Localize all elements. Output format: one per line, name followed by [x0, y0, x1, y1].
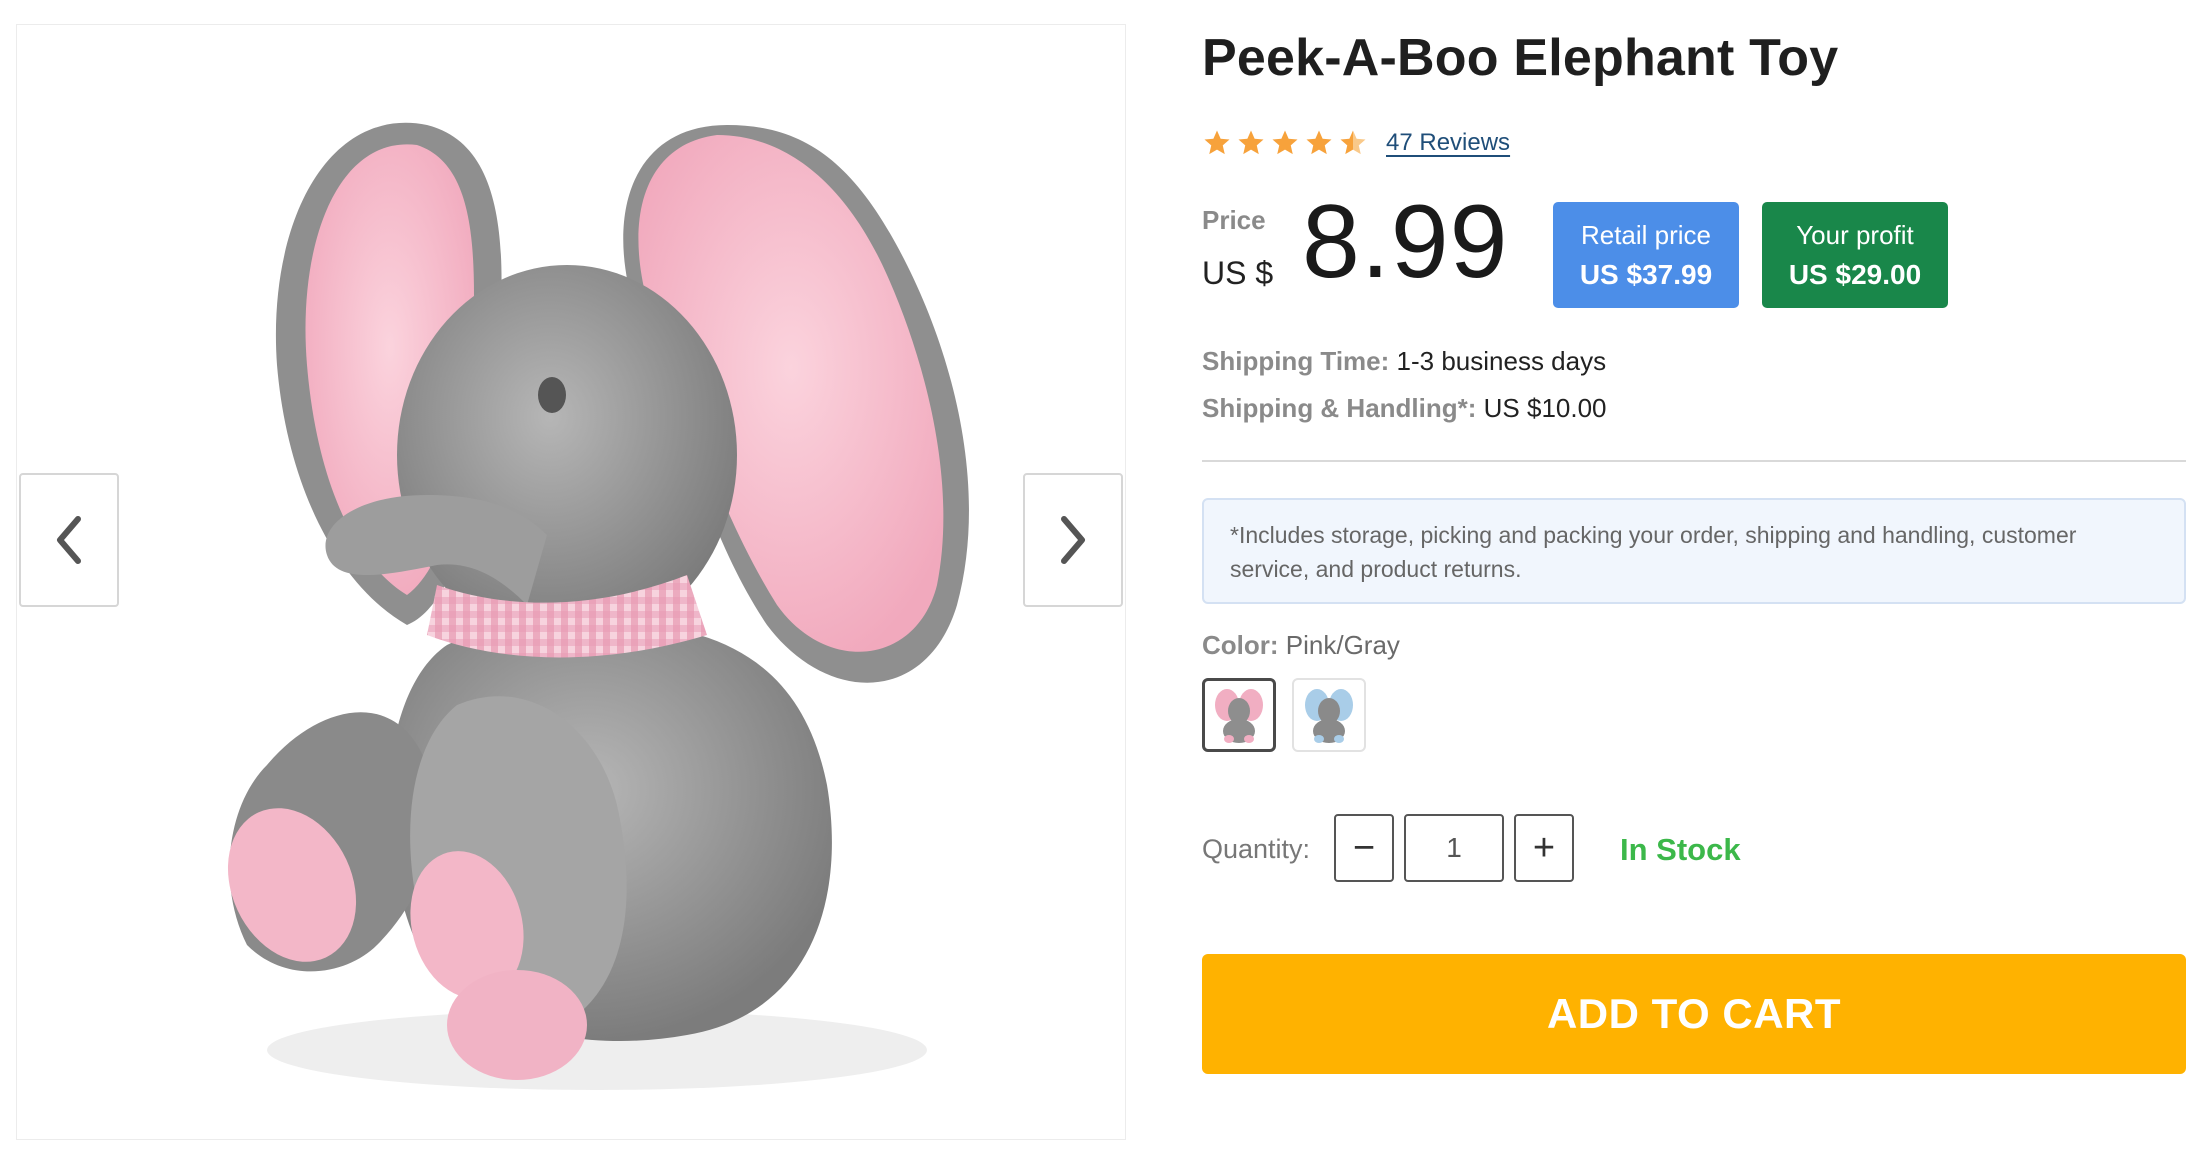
quantity-decrease-button[interactable]: −	[1334, 814, 1394, 882]
star-icon	[1272, 130, 1298, 155]
quantity-increase-button[interactable]: +	[1514, 814, 1574, 882]
color-swatch-pink-gray[interactable]	[1202, 678, 1276, 752]
shipping-note: *Includes storage, picking and packing y…	[1202, 498, 2186, 604]
star-icon	[1204, 130, 1230, 155]
chevron-left-icon	[57, 516, 81, 564]
retail-price-label: Retail price	[1580, 219, 1712, 250]
color-selected: Pink/Gray	[1285, 630, 1400, 660]
price-label: Price	[1202, 205, 1266, 235]
blue-gray-elephant-thumbnail	[1305, 689, 1353, 743]
quantity-label: Quantity:	[1202, 834, 1311, 864]
shipping-handling-value: US $10.00	[1483, 393, 1607, 423]
star-icon	[1238, 130, 1264, 155]
shipping-time-value: 1-3 business days	[1396, 346, 1607, 376]
add-to-cart-button[interactable]: ADD TO CART	[1202, 954, 2186, 1074]
half-star-icon	[1340, 130, 1366, 155]
minus-icon: −	[1352, 827, 1376, 869]
star-icon	[1306, 130, 1332, 155]
star-rating	[1202, 128, 1368, 158]
shipping-time-label: Shipping Time:	[1202, 346, 1390, 376]
shipping-handling-label: Shipping & Handling*:	[1202, 393, 1477, 423]
color-row: Color: Pink/Gray	[1202, 630, 1400, 661]
prev-image-button[interactable]	[19, 473, 119, 607]
profit-badge: Your profit US $29.00	[1762, 202, 1948, 308]
rating-row: 47 Reviews	[1202, 128, 1510, 158]
product-image	[227, 122, 969, 1090]
profit-label: Your profit	[1796, 219, 1914, 250]
next-image-button[interactable]	[1023, 473, 1123, 607]
shipping-time: Shipping Time: 1-3 business days	[1202, 346, 1606, 377]
chevron-right-icon	[1061, 516, 1085, 564]
color-swatch-blue-gray[interactable]	[1292, 678, 1366, 752]
price-value: 8.99	[1302, 184, 1509, 300]
retail-price-value: US $37.99	[1579, 258, 1713, 290]
retail-price-badge: Retail price US $37.99	[1553, 202, 1739, 308]
price-currency: US $	[1202, 255, 1274, 291]
pink-gray-elephant-thumbnail	[1215, 689, 1263, 743]
plus-icon: +	[1532, 827, 1556, 869]
product-gallery	[16, 24, 1126, 1140]
product-title: Peek-A-Boo Elephant Toy	[1202, 29, 1839, 87]
quantity-input[interactable]	[1404, 814, 1504, 882]
stock-status: In Stock	[1620, 832, 1741, 867]
profit-value: US $29.00	[1788, 258, 1922, 290]
divider	[1202, 460, 2186, 462]
color-label: Color:	[1202, 630, 1279, 660]
shipping-handling: Shipping & Handling*: US $10.00	[1202, 393, 1607, 424]
reviews-link[interactable]: 47 Reviews	[1386, 129, 1510, 157]
